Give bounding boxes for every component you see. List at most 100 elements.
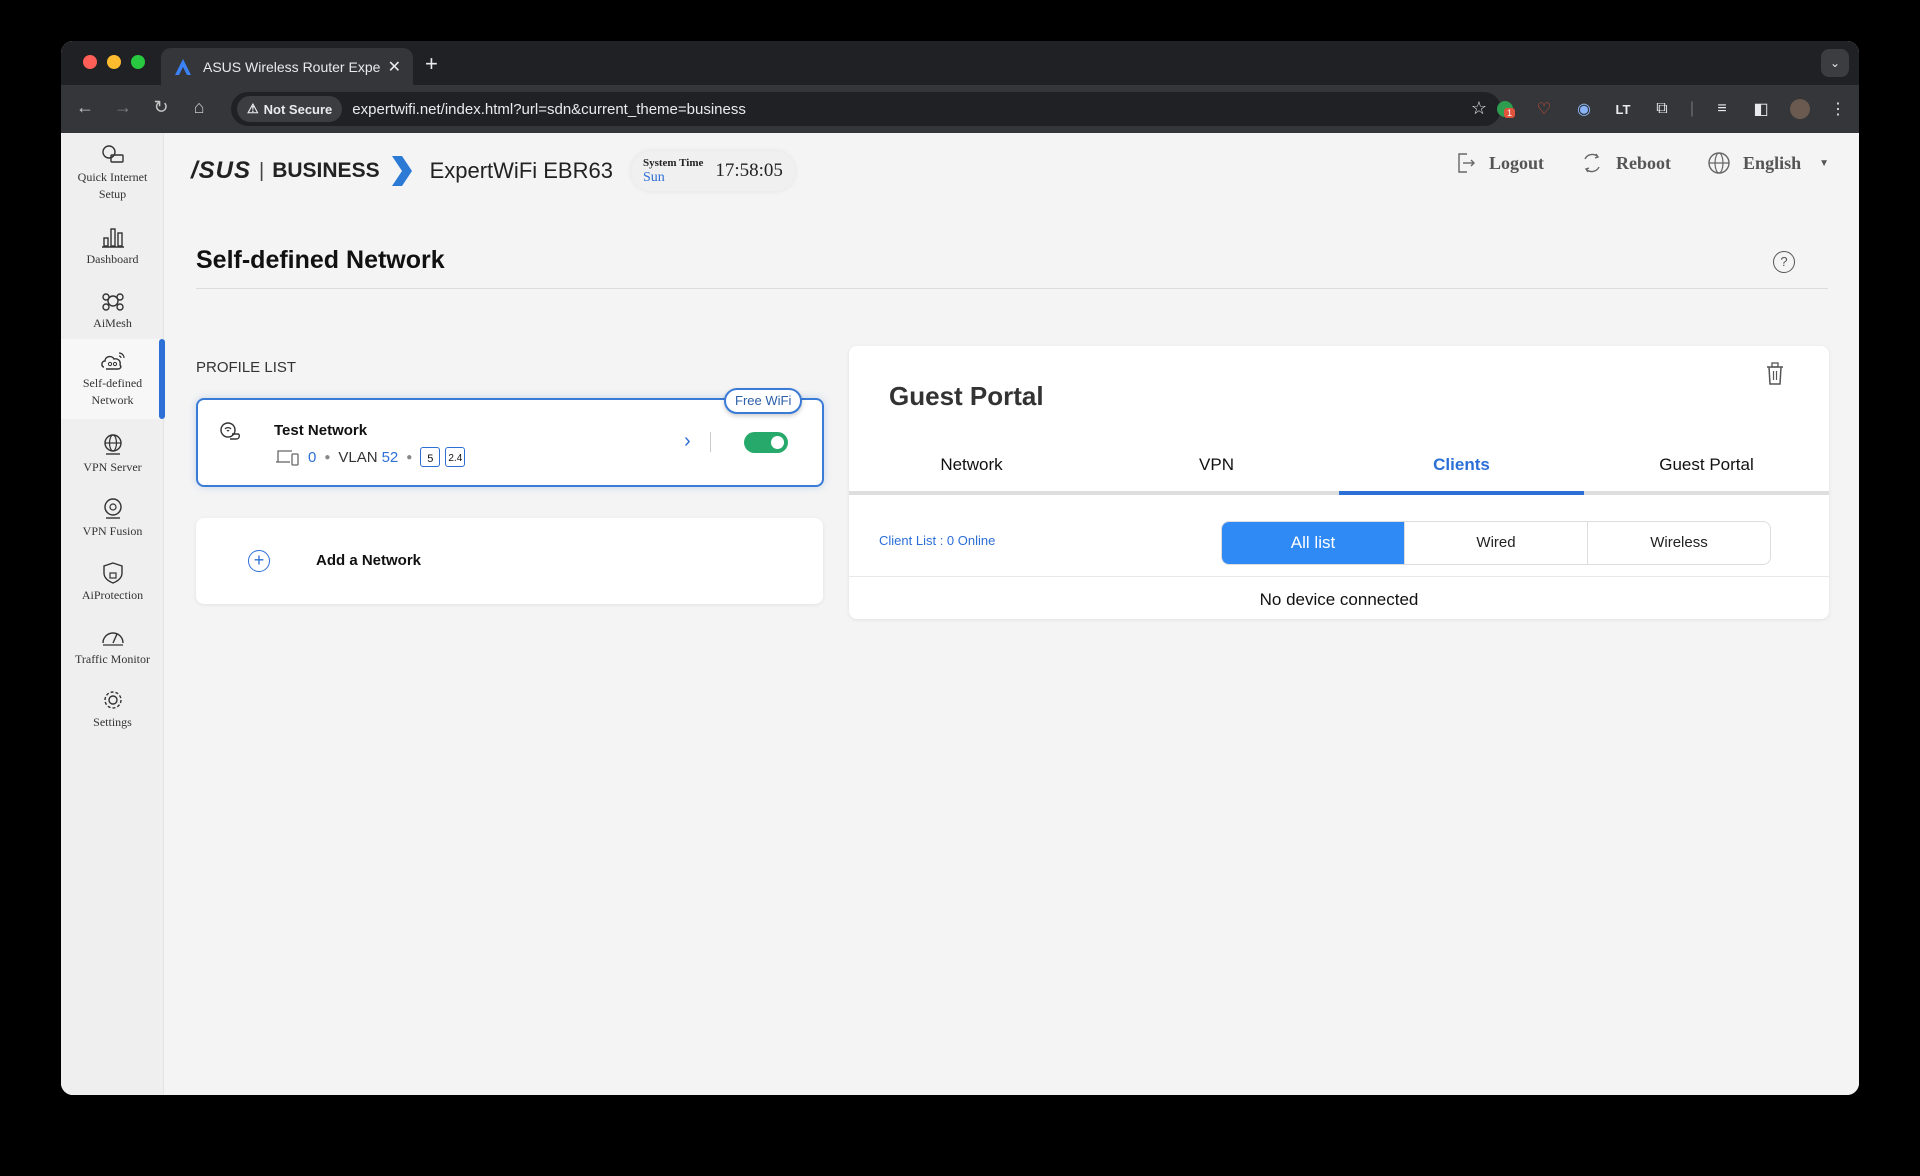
address-bar[interactable]: ⚠ Not Secure expertwifi.net/index.html?ur… bbox=[231, 92, 1501, 126]
sidebar-item-traffic-monitor[interactable]: Traffic Monitor bbox=[61, 625, 164, 668]
tab-clients[interactable]: Clients bbox=[1339, 441, 1584, 495]
sidebar-item-quick-internet-setup[interactable]: Quick Internet Setup bbox=[61, 143, 164, 203]
vlan-label: VLAN bbox=[338, 448, 378, 466]
profile-avatar[interactable] bbox=[1789, 98, 1811, 120]
filter-wired[interactable]: Wired bbox=[1404, 522, 1587, 564]
system-time-label: System Time bbox=[642, 156, 704, 169]
sidebar-item-vpn-fusion[interactable]: VPN Fusion bbox=[61, 497, 164, 540]
profile-list-label: PROFILE LIST bbox=[196, 359, 297, 376]
asus-favicon-icon bbox=[175, 58, 191, 75]
brand-divider: | bbox=[259, 159, 265, 182]
business-label: BUSINESS bbox=[272, 159, 380, 182]
tab-title: ASUS Wireless Router Expert bbox=[203, 58, 380, 75]
sidebar-item-aimesh[interactable]: AiMesh bbox=[61, 289, 164, 332]
header-actions: Logout Reboot English ▼ bbox=[1453, 151, 1829, 175]
warning-icon: ⚠ bbox=[247, 101, 259, 116]
chevron-right-icon[interactable]: › bbox=[684, 430, 691, 453]
profile-name: Test Network bbox=[274, 422, 368, 439]
detail-title: Guest Portal bbox=[889, 381, 1044, 411]
brand-chevron-icon bbox=[391, 156, 412, 186]
logout-button[interactable]: Logout bbox=[1453, 151, 1544, 175]
window-controls bbox=[83, 55, 145, 69]
maximize-window-button[interactable] bbox=[131, 55, 145, 69]
profile-enable-toggle[interactable] bbox=[744, 432, 788, 453]
password-extension-icon[interactable]: ◉ bbox=[1573, 98, 1595, 120]
brand-header: /SUS | BUSINESS ExpertWiFi EBR63 System … bbox=[191, 151, 795, 191]
caret-down-icon: ▼ bbox=[1819, 157, 1829, 169]
system-day: Sun bbox=[642, 169, 665, 185]
profile-detail-panel: Guest Portal Network VPN Clients Guest P… bbox=[849, 346, 1829, 619]
bookmark-star-icon[interactable]: ☆ bbox=[1471, 98, 1487, 119]
system-clock: 17:58:05 bbox=[715, 160, 783, 181]
extension-badge: 1 bbox=[1504, 108, 1516, 118]
sidebar-item-dashboard[interactable]: Dashboard bbox=[61, 225, 164, 268]
client-count: 0 bbox=[308, 448, 317, 466]
close-window-button[interactable] bbox=[83, 55, 97, 69]
reboot-button[interactable]: Reboot bbox=[1580, 151, 1671, 175]
tab-network[interactable]: Network bbox=[849, 441, 1094, 491]
free-wifi-badge: Free WiFi bbox=[724, 388, 803, 414]
sidebar-item-settings[interactable]: Settings bbox=[61, 688, 164, 731]
side-panel-icon[interactable]: ◧ bbox=[1750, 98, 1772, 120]
toggle-knob bbox=[771, 436, 784, 449]
profile-card[interactable]: Free WiFi Test Network 0 ● VLAN 52 ● 5 2… bbox=[196, 388, 824, 487]
new-tab-button[interactable]: + bbox=[425, 51, 438, 77]
filter-wireless[interactable]: Wireless bbox=[1587, 522, 1770, 564]
card-divider bbox=[710, 432, 711, 452]
band-5ghz-icon: 5 bbox=[420, 447, 441, 467]
languagetool-icon[interactable]: LT bbox=[1612, 98, 1634, 120]
forward-icon[interactable]: → bbox=[111, 97, 135, 118]
settings-gear-icon bbox=[103, 691, 122, 709]
sidebar-item-aiprotection[interactable]: AiProtection bbox=[61, 561, 164, 604]
title-divider bbox=[196, 288, 1828, 289]
url-text[interactable]: expertwifi.net/index.html?url=sdn&curren… bbox=[352, 101, 746, 118]
pocket-icon[interactable]: ♡ bbox=[1533, 98, 1555, 120]
back-icon[interactable]: ← bbox=[73, 97, 97, 118]
system-time: System Time Sun 17:58:05 bbox=[630, 151, 795, 191]
extension-green-icon[interactable]: 1 bbox=[1494, 98, 1516, 120]
close-tab-icon[interactable]: ✕ bbox=[388, 57, 401, 77]
page-title: Self-defined Network bbox=[196, 246, 445, 274]
dashboard-icon bbox=[101, 228, 124, 248]
guest-network-icon bbox=[220, 422, 240, 440]
model-name: ExpertWiFi EBR63 bbox=[429, 158, 613, 183]
band-2-4ghz-icon: 2.4 bbox=[445, 447, 466, 467]
trash-icon[interactable] bbox=[1765, 362, 1785, 386]
minimize-window-button[interactable] bbox=[107, 55, 121, 69]
browser-window: ASUS Wireless Router Expert ✕ + ⌄ ← → ↻ … bbox=[61, 41, 1859, 1095]
browser-tab[interactable]: ASUS Wireless Router Expert ✕ bbox=[161, 48, 413, 85]
media-control-icon[interactable]: ≡ bbox=[1711, 98, 1733, 120]
security-indicator[interactable]: ⚠ Not Secure bbox=[237, 96, 343, 122]
home-icon[interactable]: ⌂ bbox=[187, 97, 211, 118]
sidebar-item-vpn-server[interactable]: VPN Server bbox=[61, 433, 164, 476]
empty-client-message: No device connected bbox=[1259, 590, 1419, 609]
client-filter: All list Wired Wireless bbox=[1221, 521, 1771, 565]
devices-icon bbox=[276, 450, 299, 466]
self-defined-network-icon bbox=[100, 352, 125, 370]
detail-tabs: Network VPN Clients Guest Portal bbox=[849, 441, 1829, 495]
traffic-monitor-icon bbox=[101, 632, 124, 646]
add-network-button[interactable]: + Add a Network bbox=[196, 518, 823, 604]
client-list-status: Client List : 0 Online bbox=[879, 533, 996, 548]
browser-menu-icon[interactable]: ⋮ bbox=[1827, 98, 1849, 120]
sidebar: Quick Internet Setup Dashboard AiMesh Sel… bbox=[61, 133, 165, 1095]
tab-vpn[interactable]: VPN bbox=[1094, 441, 1339, 491]
filter-all-list[interactable]: All list bbox=[1222, 522, 1404, 564]
profile-meta: 0 ● VLAN 52 ● 5 2.4 bbox=[276, 447, 466, 467]
tab-search-button[interactable]: ⌄ bbox=[1821, 49, 1849, 77]
tab-guest-portal[interactable]: Guest Portal bbox=[1584, 441, 1829, 491]
tab-bar: ASUS Wireless Router Expert ✕ + ⌄ bbox=[61, 41, 1859, 85]
logout-icon bbox=[1458, 153, 1476, 173]
meta-separator: ● bbox=[324, 451, 331, 463]
language-selector[interactable]: English ▼ bbox=[1707, 151, 1829, 175]
extensions-puzzle-icon[interactable]: ⧉ bbox=[1651, 98, 1673, 120]
active-nav-indicator bbox=[159, 339, 165, 419]
plus-circle-icon: + bbox=[248, 550, 270, 572]
list-divider bbox=[849, 576, 1829, 577]
reload-icon[interactable]: ↻ bbox=[149, 97, 173, 118]
add-network-label: Add a Network bbox=[316, 552, 422, 569]
help-icon[interactable]: ? bbox=[1773, 251, 1795, 273]
sidebar-item-self-defined-network[interactable]: Self-defined Network bbox=[61, 339, 164, 419]
reboot-icon bbox=[1584, 153, 1600, 173]
meta-separator: ● bbox=[406, 451, 413, 463]
